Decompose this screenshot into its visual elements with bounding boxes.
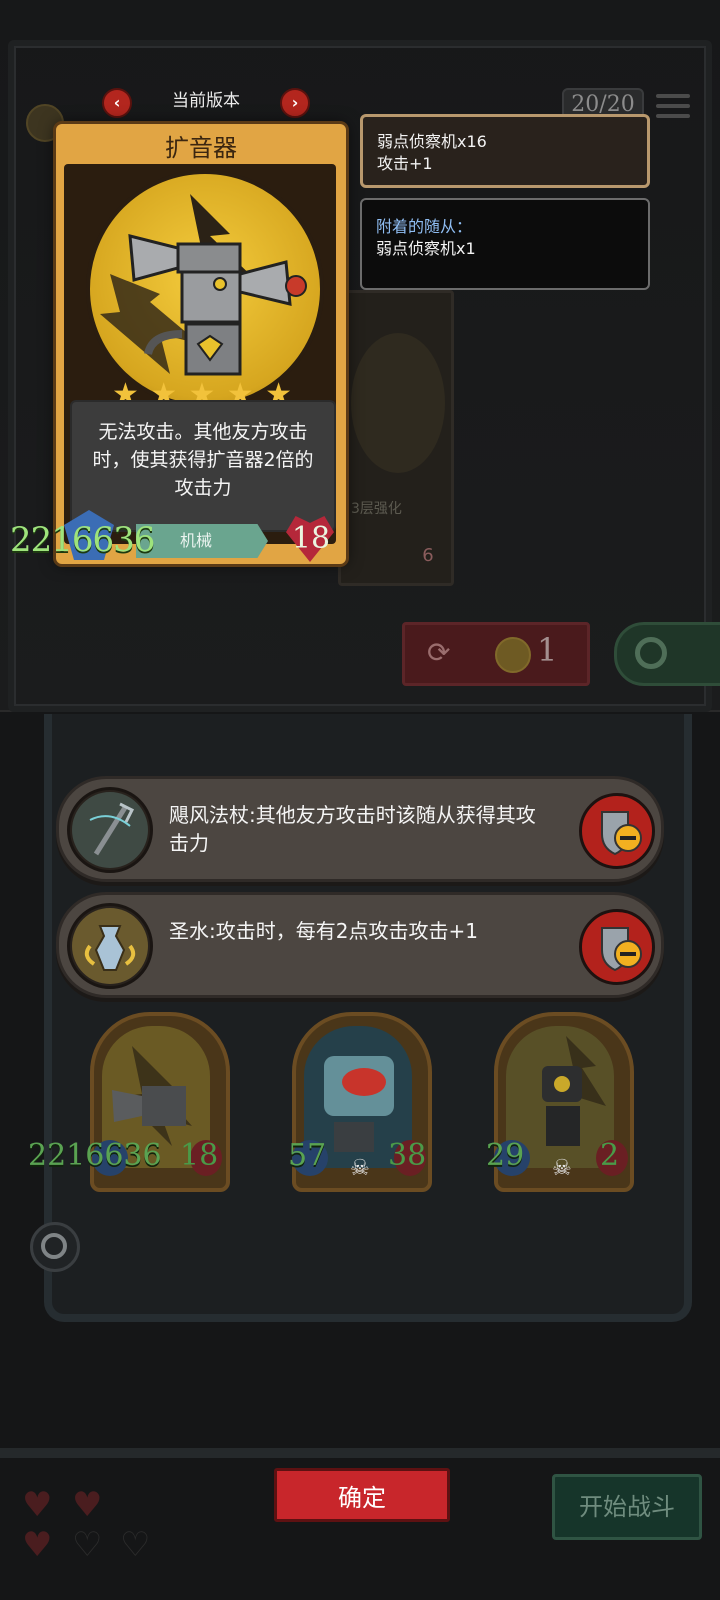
equipped-item-row[interactable]: 圣水:攻击时，每有2点攻击攻击+1	[56, 892, 664, 998]
menu-icon[interactable]	[656, 94, 690, 120]
staff-icon	[67, 787, 153, 873]
buff-source: 弱点侦察机x16	[377, 132, 487, 151]
buff-effect: 攻击+1	[377, 154, 433, 173]
background-card-portrait	[351, 333, 445, 473]
background-card: 3层强化 6	[338, 290, 454, 586]
bottom-rail	[0, 1448, 720, 1458]
coin-icon	[495, 637, 531, 673]
unit-attack: 29	[486, 1138, 525, 1173]
version-title: 当前版本	[172, 91, 240, 111]
unit-health: 2	[600, 1138, 620, 1173]
inspect-button[interactable]	[30, 1222, 80, 1272]
card-description: 无法攻击。其他友方攻击时，使其获得扩音器2倍的攻击力	[92, 421, 314, 499]
attached-header: 附着的随从：	[376, 217, 473, 236]
item-description: 圣水:攻击时，每有2点攻击攻击+1	[169, 919, 478, 943]
skull-icon: ☠	[350, 1156, 370, 1181]
item-description: 飓风法杖:其他友方攻击时该随从获得其攻击力	[169, 803, 536, 855]
attached-item: 弱点侦察机x1	[376, 239, 476, 258]
heart-icon: ♥	[22, 1525, 53, 1565]
card-health-value: 18	[291, 521, 331, 556]
amplifier-robot-portrait	[86, 170, 324, 408]
tribe-tag: 机械	[136, 524, 268, 558]
remove-item-button[interactable]	[579, 909, 655, 985]
attached-minion-box: 附着的随从： 弱点侦察机x1	[360, 198, 650, 290]
background-card-health: 6	[422, 545, 434, 566]
unit-health: 18	[180, 1138, 219, 1173]
empty-heart-icon: ♡	[72, 1525, 103, 1565]
search-icon	[41, 1233, 67, 1259]
background-card-enhance: 3层强化	[351, 501, 402, 517]
next-version-button[interactable]: ›	[280, 88, 310, 118]
remove-item-button[interactable]	[579, 793, 655, 869]
unit-attack: 2216636	[28, 1138, 162, 1173]
start-battle-button[interactable]: 开始战斗	[552, 1474, 702, 1540]
empty-heart-icon: ♡	[120, 1525, 151, 1565]
minion-detail-card: 扩音器 ★ ★ ★ ★ ★ 无法攻击。其他友方攻击时，使其获得扩音器2倍的攻击力…	[10, 124, 346, 564]
card-name: 扩音器	[165, 134, 237, 162]
holy-water-icon	[67, 903, 153, 989]
heart-icon: ♥	[72, 1485, 103, 1525]
prev-version-button[interactable]: ‹	[102, 88, 132, 118]
confirm-button[interactable]: 确定	[274, 1468, 450, 1522]
refresh-icon: ⟳	[427, 636, 451, 669]
card-attack-value: 2216636	[10, 520, 155, 560]
unit-attack: 57	[288, 1138, 327, 1173]
skull-icon: ☠	[552, 1156, 572, 1181]
lives-indicator: ♥ ♥ ♥ ♡ ♡	[20, 1488, 170, 1588]
unit-health: 38	[388, 1138, 427, 1173]
card-description-box: 无法攻击。其他友方攻击时，使其获得扩音器2倍的攻击力	[70, 400, 336, 532]
refresh-shop-button[interactable]: ⟳ 1	[402, 622, 590, 686]
heart-icon: ♥	[22, 1485, 53, 1525]
search-icon	[635, 637, 667, 669]
refresh-cost: 1	[537, 631, 558, 669]
buff-info-box: 弱点侦察机x16 攻击+1	[360, 114, 650, 188]
equipped-item-row[interactable]: 飓风法杖:其他友方攻击时该随从获得其攻击力	[56, 776, 664, 882]
search-button[interactable]	[614, 622, 720, 686]
